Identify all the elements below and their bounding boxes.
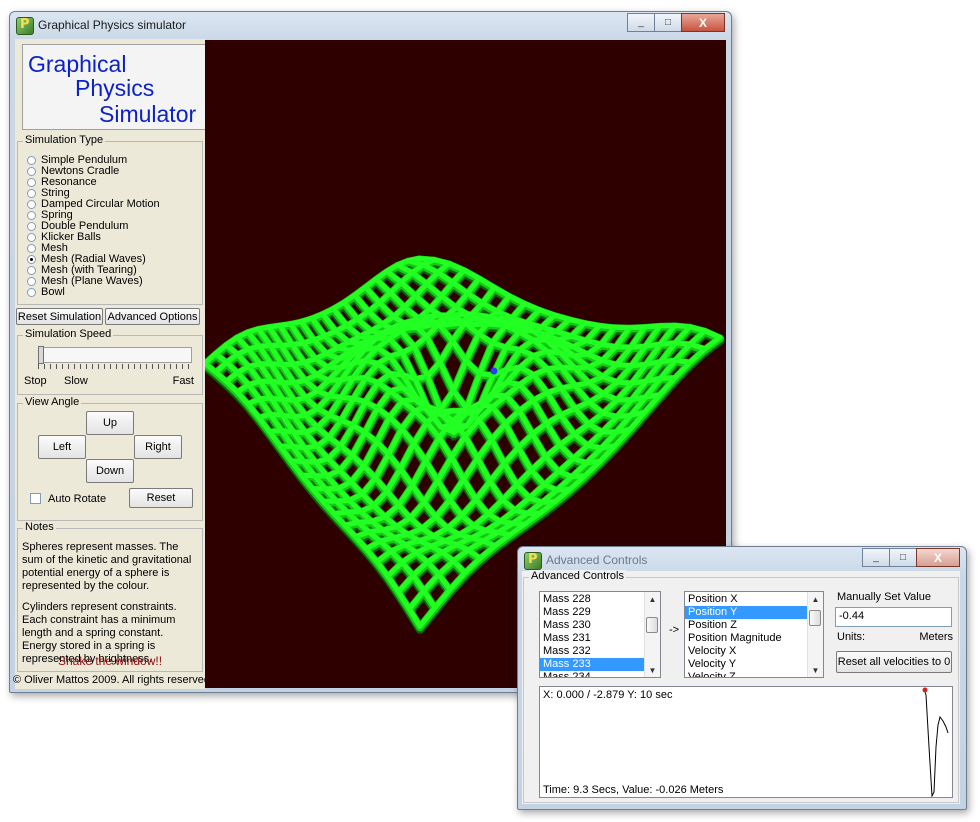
property-list[interactable]: Position X Position Y Position Z Position M… [684, 591, 824, 678]
advanced-controls-group: Advanced Controls Mass 228 Mass 229 Mass 2… [523, 570, 959, 803]
manual-set-label: Manually Set Value [837, 591, 931, 603]
speed-stop-label: Stop [24, 375, 47, 387]
close-button[interactable]: X [681, 13, 725, 32]
main-title-bar[interactable]: Graphical Physics simulator _ □ X [10, 12, 731, 38]
speed-slider-track[interactable] [38, 347, 192, 363]
property-scroll-down-icon[interactable]: ▼ [808, 663, 823, 677]
radio-button[interactable] [27, 189, 36, 198]
mass-list-item[interactable]: Mass 229 [540, 606, 660, 619]
radio-button[interactable] [27, 244, 36, 253]
radio-button[interactable] [27, 167, 36, 176]
simulation-type-group: Simulation Type Simple Pendulum Newtons C… [17, 134, 203, 305]
advanced-minimize-button[interactable]: _ [862, 548, 890, 567]
advanced-client: Advanced Controls Mass 228 Mass 229 Mass 2… [522, 570, 960, 804]
property-list-item[interactable]: Velocity Z [685, 671, 823, 677]
radio-button[interactable] [27, 222, 36, 231]
view-angle-legend: View Angle [23, 396, 82, 408]
advanced-controls-legend: Advanced Controls [529, 570, 626, 582]
minimize-button[interactable]: _ [627, 13, 655, 32]
property-list-scrollbar[interactable]: ▲ ▼ [807, 592, 823, 677]
property-scroll-thumb[interactable] [809, 610, 821, 626]
advanced-maximize-button[interactable]: □ [889, 548, 917, 567]
radio-button[interactable] [27, 200, 36, 209]
units-label: Units: [837, 631, 866, 643]
radio-button[interactable] [27, 211, 36, 220]
view-angle-group: View Angle Up Left Right Down Auto Rotat… [17, 396, 203, 521]
mass-scroll-thumb[interactable] [646, 617, 658, 633]
logo-line2: Physics [75, 75, 155, 101]
mass-list-item[interactable]: Mass 230 [540, 619, 660, 632]
view-right-button[interactable]: Right [134, 435, 182, 459]
advanced-app-icon [524, 552, 542, 570]
speed-slider-ticks [38, 364, 190, 369]
advanced-options-button[interactable]: Advanced Options [105, 308, 200, 325]
property-list-item[interactable]: Position X [685, 593, 823, 606]
copyright-text: © Oliver Mattos 2009. All rights reserve… [13, 674, 211, 686]
simulation-type-label: Bowl [41, 286, 65, 298]
radio-button[interactable] [27, 266, 36, 275]
control-panel: Graphical Physics Simulator Simulation T… [13, 39, 210, 689]
property-list-item[interactable]: Velocity X [685, 645, 823, 658]
mass-scroll-up-icon[interactable]: ▲ [645, 592, 660, 606]
simulation-speed-legend: Simulation Speed [23, 328, 114, 340]
property-scroll-up-icon[interactable]: ▲ [808, 592, 823, 606]
property-list-item[interactable]: Position Z [685, 619, 823, 632]
speed-slow-label: Slow [64, 375, 88, 387]
graph-trace [922, 687, 949, 797]
value-graph: X: 0.000 / -2.879 Y: 10 sec Time: 9.3 Se… [539, 686, 953, 798]
view-reset-button[interactable]: Reset [129, 488, 193, 508]
radio-button[interactable] [27, 233, 36, 242]
speed-slider-thumb[interactable] [38, 346, 44, 364]
mass-list-item[interactable]: Mass 232 [540, 645, 660, 658]
auto-rotate-label: Auto Rotate [48, 493, 107, 505]
view-up-button[interactable]: Up [86, 411, 134, 435]
radio-button[interactable] [27, 288, 36, 297]
radio-button[interactable] [27, 178, 36, 187]
mass-list-item[interactable]: Mass 233 [540, 658, 660, 671]
arrow-label: -> [669, 624, 680, 636]
simulation-speed-group: Simulation Speed Stop Slow Fast [17, 328, 203, 395]
shake-window-text: Shake the window!! [57, 654, 163, 668]
radio-button[interactable] [27, 156, 36, 165]
mass-list-item[interactable]: Mass 234 [540, 671, 660, 677]
mass-list-item[interactable]: Mass 231 [540, 632, 660, 645]
simulation-type-option[interactable]: Bowl [27, 287, 65, 298]
speed-fast-label: Fast [172, 375, 194, 387]
view-left-button[interactable]: Left [38, 435, 86, 459]
mass-list[interactable]: Mass 228 Mass 229 Mass 230 Mass 231 Mass 232… [539, 591, 661, 678]
advanced-controls-window: Advanced Controls _ □ X Advanced Control… [517, 546, 967, 810]
advanced-close-button[interactable]: X [916, 548, 960, 567]
app-icon [16, 17, 34, 35]
app-logo: Graphical Physics Simulator [22, 44, 208, 130]
units-value: Meters [919, 631, 953, 643]
notes-group: Notes Spheres represent masses. The sum … [17, 521, 203, 672]
radio-button[interactable] [27, 277, 36, 286]
window-title: Graphical Physics simulator [38, 18, 187, 32]
logo-line3: Simulator [99, 101, 197, 127]
maximize-button[interactable]: □ [654, 13, 682, 32]
mass-list-item[interactable]: Mass 228 [540, 593, 660, 606]
reset-velocities-button[interactable]: Reset all velocities to 0 [836, 651, 952, 673]
simulation-type-legend: Simulation Type [23, 134, 106, 146]
mass-scroll-down-icon[interactable]: ▼ [645, 663, 660, 677]
notes-masses-text: Spheres represent masses. The sum of the… [22, 541, 192, 592]
view-down-button[interactable]: Down [86, 459, 134, 483]
property-list-item[interactable]: Velocity Y [685, 658, 823, 671]
property-list-item[interactable]: Position Magnitude [685, 632, 823, 645]
manual-value-input[interactable]: -0.44 [835, 607, 952, 627]
reset-simulation-button[interactable]: Reset Simulation [16, 308, 103, 325]
radio-button[interactable] [27, 255, 36, 264]
notes-legend: Notes [23, 521, 56, 533]
property-list-item[interactable]: Position Y [685, 606, 823, 619]
advanced-window-title: Advanced Controls [546, 553, 648, 567]
logo-line1: Graphical [28, 51, 127, 77]
mass-list-scrollbar[interactable]: ▲ ▼ [644, 592, 660, 677]
auto-rotate-checkbox[interactable] [30, 493, 41, 504]
